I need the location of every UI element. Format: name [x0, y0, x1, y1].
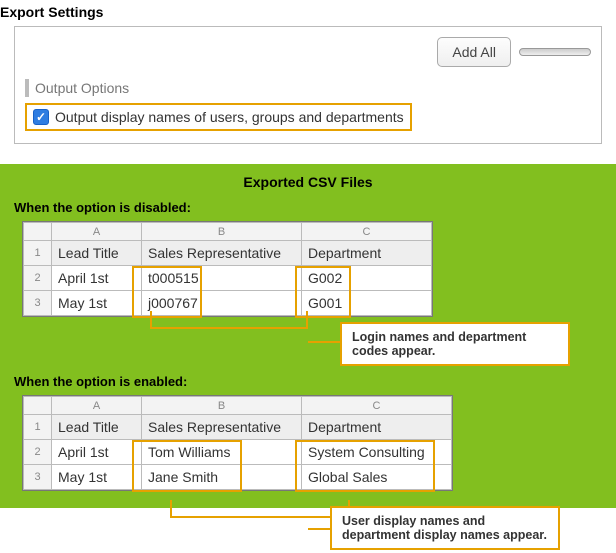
col-letter: B	[142, 223, 302, 241]
enabled-heading: When the option is enabled:	[14, 374, 602, 389]
cell: System Consulting	[302, 440, 452, 465]
cell: j000767	[142, 291, 302, 316]
cell: Global Sales	[302, 465, 452, 490]
cell: Jane Smith	[142, 465, 302, 490]
table-header: Lead Title	[52, 241, 142, 266]
corner-cell	[24, 397, 52, 415]
table-header: Lead Title	[52, 415, 142, 440]
col-letter: B	[142, 397, 302, 415]
display-names-label: Output display names of users, groups an…	[55, 109, 404, 125]
enabled-table: A B C 1 Lead Title Sales Representative …	[23, 396, 452, 490]
row-num: 2	[24, 266, 52, 291]
disabled-table: A B C 1 Lead Title Sales Representative …	[23, 222, 432, 316]
cell: April 1st	[52, 440, 142, 465]
table-row: 2 April 1st Tom Williams System Consulti…	[24, 440, 452, 465]
csv-examples-panel: Exported CSV Files When the option is di…	[0, 164, 616, 508]
row-num: 1	[24, 415, 52, 440]
table-row: 3 May 1st Jane Smith Global Sales	[24, 465, 452, 490]
callout-disabled: Login names and department codes appear.	[340, 322, 570, 366]
table-row: 2 April 1st t000515 G002	[24, 266, 432, 291]
cell: t000515	[142, 266, 302, 291]
row-num: 2	[24, 440, 52, 465]
corner-cell	[24, 223, 52, 241]
csv-title: Exported CSV Files	[14, 174, 602, 190]
table-header: Department	[302, 241, 432, 266]
col-letter: A	[52, 223, 142, 241]
add-all-button[interactable]: Add All	[437, 37, 511, 67]
cell: G001	[302, 291, 432, 316]
scrollbar-stub[interactable]	[519, 48, 591, 56]
row-num: 3	[24, 291, 52, 316]
disabled-heading: When the option is disabled:	[14, 200, 602, 215]
connector-line	[170, 500, 350, 518]
disabled-sheet: A B C 1 Lead Title Sales Representative …	[22, 221, 433, 317]
row-num: 3	[24, 465, 52, 490]
output-options-header: Output Options	[25, 79, 591, 97]
col-letter: C	[302, 397, 452, 415]
enabled-sheet: A B C 1 Lead Title Sales Representative …	[22, 395, 453, 491]
output-options-label: Output Options	[35, 80, 129, 96]
cell: G002	[302, 266, 432, 291]
table-header: Sales Representative	[142, 241, 302, 266]
table-header: Department	[302, 415, 452, 440]
col-letter: C	[302, 223, 432, 241]
table-header: Sales Representative	[142, 415, 302, 440]
option-highlight: ✓ Output display names of users, groups …	[25, 103, 412, 131]
cell: May 1st	[52, 465, 142, 490]
col-letter: A	[52, 397, 142, 415]
cell: May 1st	[52, 291, 142, 316]
toolbar: Add All	[25, 37, 591, 79]
row-num: 1	[24, 241, 52, 266]
callout-enabled: User display names and department displa…	[330, 506, 560, 550]
section-marker-icon	[25, 79, 29, 97]
cell: April 1st	[52, 266, 142, 291]
export-settings-panel: Add All Output Options ✓ Output display …	[14, 26, 602, 144]
table-row: 3 May 1st j000767 G001	[24, 291, 432, 316]
cell: Tom Williams	[142, 440, 302, 465]
page-title: Export Settings	[0, 0, 616, 26]
display-names-checkbox[interactable]: ✓	[33, 109, 49, 125]
